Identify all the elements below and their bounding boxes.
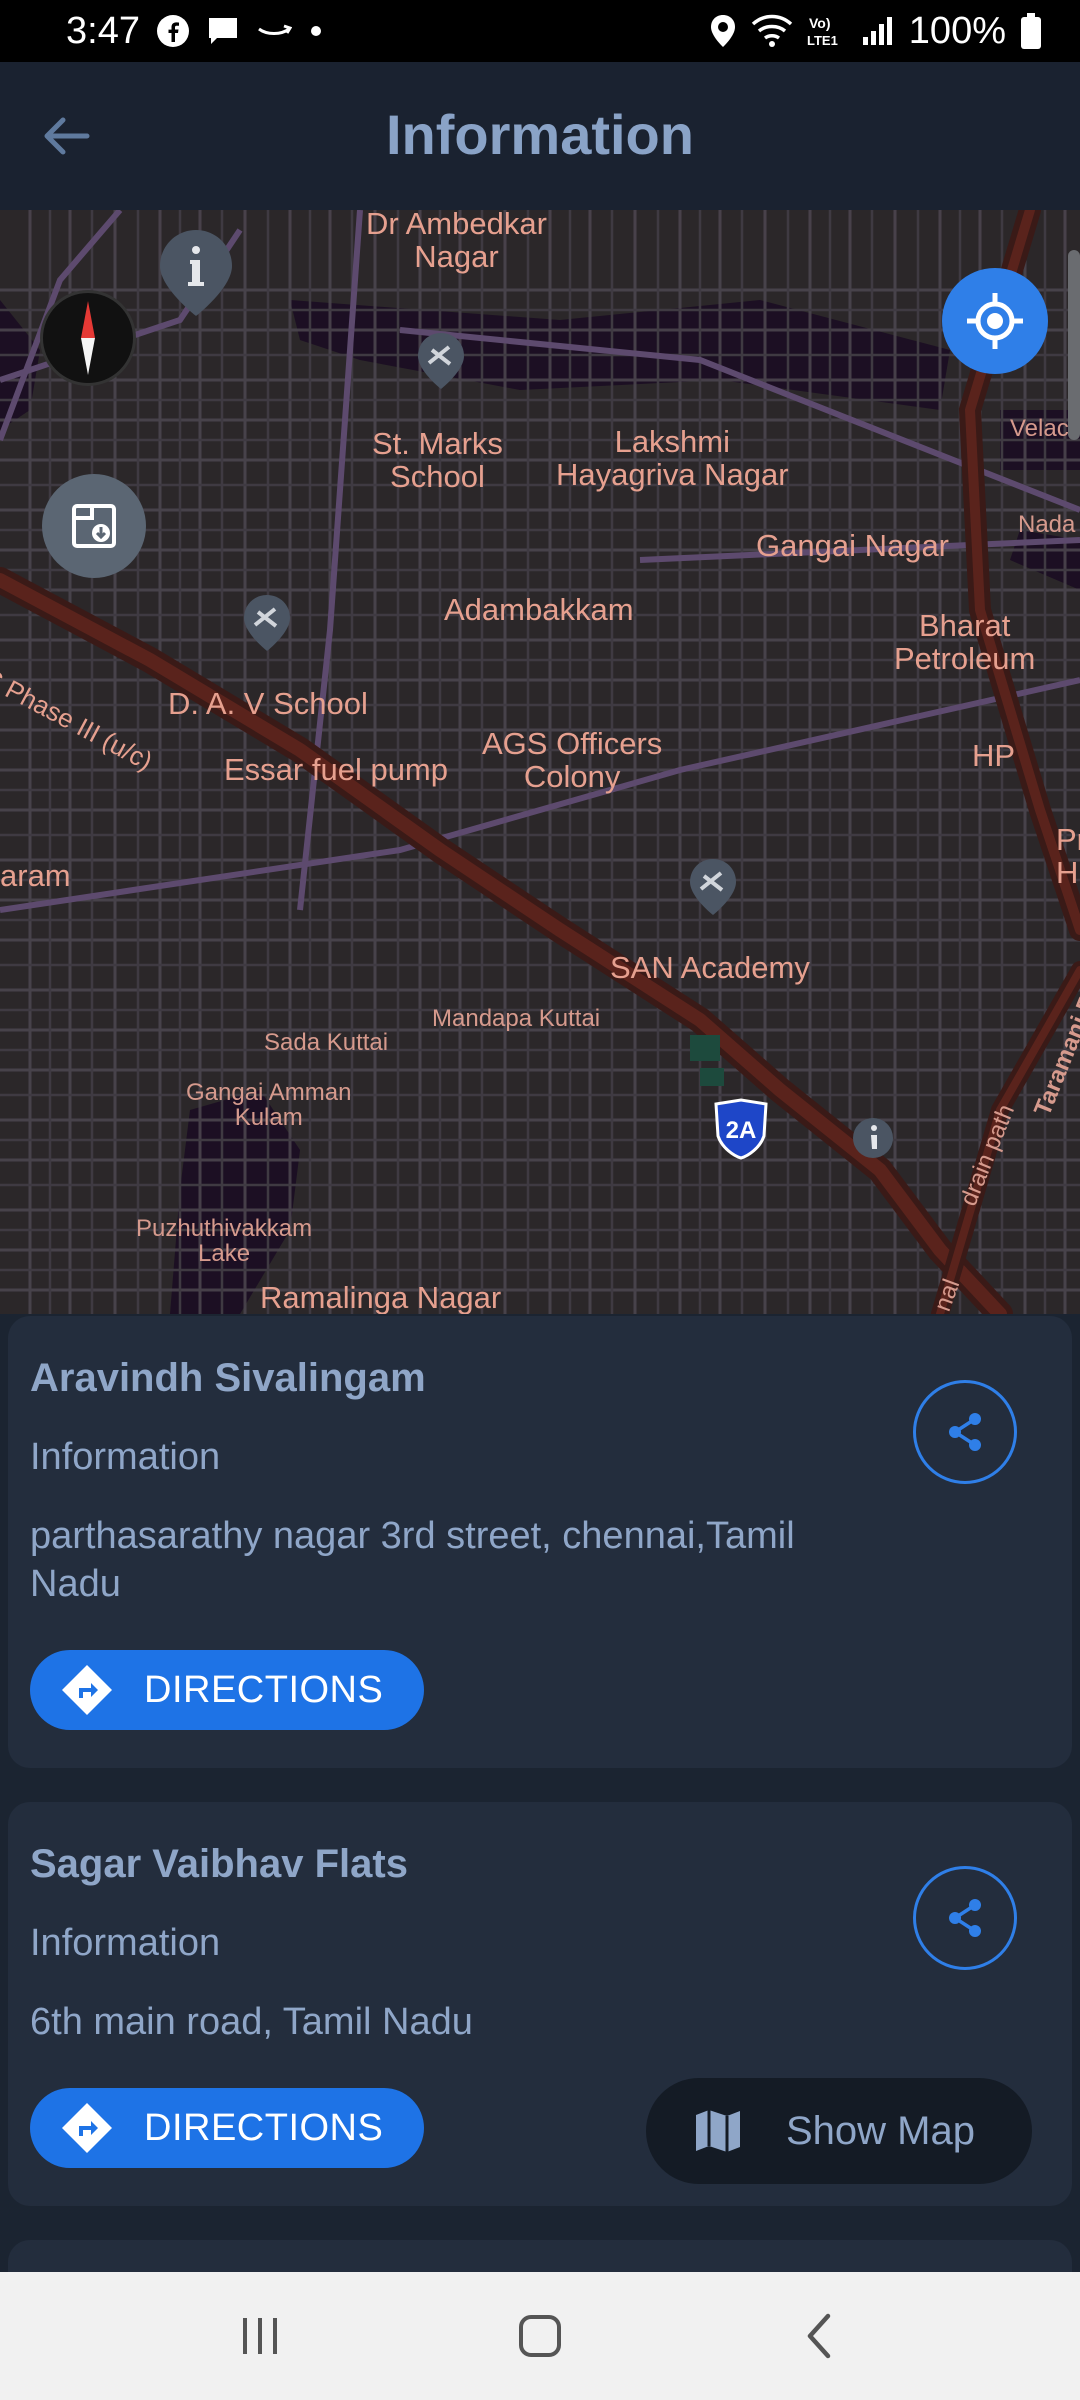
share-icon <box>949 1899 981 1937</box>
recents-button[interactable] <box>215 2291 305 2381</box>
dot-icon <box>308 23 324 39</box>
map-label-pr: PrH <box>1056 822 1080 890</box>
location-icon <box>709 13 737 49</box>
compass-icon[interactable] <box>40 290 136 386</box>
share-icon <box>949 1413 981 1451</box>
map-label-sada: Sada Kuttai <box>264 1029 389 1056</box>
map-label-st-marks: St. Marks School <box>372 426 503 494</box>
home-icon <box>519 2315 561 2357</box>
page-title: Information <box>386 103 694 166</box>
map-label-san: SAN Academy <box>610 950 810 985</box>
school-pin-icon[interactable] <box>240 592 294 654</box>
status-bar: 3:47 Vo) LTE1 100% <box>0 0 1080 62</box>
facebook-icon <box>156 14 190 48</box>
place-name: Sagar Vaibhav Flats <box>30 1842 408 1886</box>
map-label-essar: Essar fuel pump <box>224 752 448 787</box>
map-label-adambakkam: Adambakkam <box>444 592 634 627</box>
map-label-bharat: Bharat Petroleum <box>894 608 1036 676</box>
app-bar: Information <box>0 62 1080 210</box>
map-label-dr-ambedkar: Dr Ambedkar Nagar <box>366 210 547 274</box>
map-label-ags: AGS Officers Colony <box>482 726 663 794</box>
status-time: 3:47 <box>66 9 140 52</box>
map-label-lakshmi: Lakshmi Hayagriva Nagar <box>556 424 789 492</box>
my-location-icon <box>967 293 1023 349</box>
home-button[interactable] <box>495 2291 585 2381</box>
my-location-button[interactable] <box>942 268 1048 374</box>
place-address: 6th main road, Tamil Nadu <box>30 2001 473 2043</box>
map-label-puzhuthivakkam: Puzhuthivakkam Lake <box>136 1215 313 1268</box>
directions-label: DIRECTIONS <box>144 2106 384 2149</box>
wifi-icon <box>751 14 793 48</box>
svg-text:Vo): Vo) <box>809 15 831 31</box>
back-icon <box>807 2313 831 2359</box>
battery-icon <box>1020 12 1042 50</box>
app-screen: 3:47 Vo) LTE1 100% Information Dr Ambedk… <box>0 0 1080 2400</box>
map-icon <box>690 2103 746 2159</box>
map-view[interactable]: Dr Ambedkar Nagar St. Marks School Lakshmi… <box>0 210 1080 1314</box>
shield-label: 2A <box>726 1117 757 1144</box>
directions-icon <box>60 1663 114 1717</box>
place-category: Information <box>30 1436 221 1478</box>
recents-icon <box>243 2318 277 2354</box>
map-label-dav: D. A. V School <box>168 686 368 721</box>
battery-percent: 100% <box>908 9 1006 52</box>
signal-icon <box>861 15 895 47</box>
nav-back-button[interactable] <box>775 2291 865 2381</box>
status-right: Vo) LTE1 100% <box>709 10 1042 53</box>
school-pin-icon[interactable] <box>414 330 468 392</box>
place-category: Information <box>30 1922 221 1964</box>
system-nav-bar <box>0 2272 1080 2400</box>
message-icon <box>206 15 240 47</box>
place-card[interactable]: Aravindh Sivalingam Information parthasa… <box>8 1316 1072 1768</box>
directions-button[interactable]: DIRECTIONS <box>30 2088 424 2168</box>
map-label-ramalinga: Ramalinga Nagar <box>260 1280 502 1314</box>
map-label-nada: Nada <box>1018 511 1076 538</box>
map-label-mandapa: Mandapa Kuttai <box>432 1005 601 1032</box>
volte-icon: Vo) LTE1 <box>807 13 847 49</box>
map-label-hp: HP <box>972 738 1016 773</box>
map-label-gangai-nagar: Gangai Nagar <box>756 528 950 563</box>
info-small-pin-icon[interactable] <box>846 1110 900 1172</box>
info-pin-icon[interactable] <box>156 226 236 320</box>
directions-label: DIRECTIONS <box>144 1668 384 1711</box>
share-button[interactable] <box>913 1866 1017 1970</box>
directions-icon <box>60 2101 114 2155</box>
directions-button[interactable]: DIRECTIONS <box>30 1650 424 1730</box>
map-label-aram: aram <box>0 858 71 893</box>
map-layers-button[interactable] <box>42 474 146 578</box>
map-layers-icon <box>72 504 116 548</box>
highway-shield-icon: 2A <box>712 1098 770 1160</box>
share-button[interactable] <box>913 1380 1017 1484</box>
place-name: Aravindh Sivalingam <box>30 1356 426 1400</box>
show-map-button[interactable]: Show Map <box>646 2078 1032 2184</box>
show-map-label: Show Map <box>786 2108 975 2153</box>
place-address: parthasarathy nagar 3rd street, chennai,… <box>30 1515 795 1605</box>
amazon-icon <box>256 21 292 41</box>
status-left: 3:47 <box>66 10 324 53</box>
map-label-velac: Velac <box>1010 415 1069 442</box>
school-pin-icon[interactable] <box>686 856 740 918</box>
map-label-gangai-amman: Gangai Amman Kulam <box>186 1079 352 1132</box>
svg-text:LTE1: LTE1 <box>807 33 838 48</box>
